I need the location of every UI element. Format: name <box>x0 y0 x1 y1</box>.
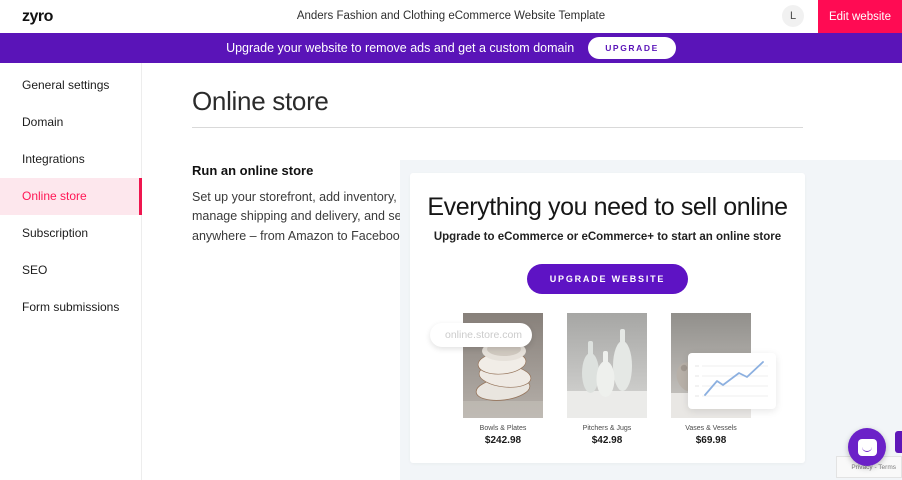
sidebar-item-general-settings[interactable]: General settings <box>0 67 142 104</box>
product-price: $42.98 <box>558 435 656 446</box>
section-description: Set up your storefront, add inventory, m… <box>192 188 414 246</box>
sidebar-item-seo[interactable]: SEO <box>0 252 142 289</box>
product-photo-pitchers <box>567 313 647 418</box>
upgrade-banner: Upgrade your website to remove ads and g… <box>0 33 902 63</box>
edit-website-button[interactable]: Edit website <box>818 0 902 33</box>
product-name: Vases & Vessels <box>662 425 760 432</box>
banner-upgrade-button[interactable]: UPGRADE <box>588 37 676 59</box>
sidebar-item-domain[interactable]: Domain <box>0 104 142 141</box>
product-card: Pitchers & Jugs $42.98 <box>558 313 656 446</box>
sidebar-item-integrations[interactable]: Integrations <box>0 141 142 178</box>
zyro-logo[interactable]: zyro <box>22 0 53 33</box>
upgrade-website-button[interactable]: UPGRADE WEBSITE <box>527 264 689 294</box>
title-divider <box>192 127 803 128</box>
top-header: Anders Fashion and Clothing eCommerce We… <box>0 0 902 33</box>
product-name: Pitchers & Jugs <box>558 425 656 432</box>
section-info: Run an online store Set up your storefro… <box>192 163 414 246</box>
hero-panel: Everything you need to sell online Upgra… <box>400 160 902 480</box>
sidebar-item-form-submissions[interactable]: Form submissions <box>0 289 142 326</box>
feedback-side-tab[interactable] <box>895 431 902 453</box>
hero-subtitle: Upgrade to eCommerce or eCommerce+ to st… <box>410 231 805 243</box>
section-title: Run an online store <box>192 163 414 178</box>
main-content: Online store Run an online store Set up … <box>142 63 902 480</box>
page-title: Online store <box>192 86 329 117</box>
sidebar-item-subscription[interactable]: Subscription <box>0 215 142 252</box>
settings-sidebar: General settings Domain Integrations Onl… <box>0 63 142 480</box>
chat-icon <box>858 439 877 456</box>
site-template-title: Anders Fashion and Clothing eCommerce We… <box>0 0 902 33</box>
product-price: $242.98 <box>454 435 552 446</box>
line-chart-icon <box>688 353 776 409</box>
account-avatar[interactable]: L <box>782 5 804 27</box>
sidebar-item-online-store[interactable]: Online store <box>0 178 142 215</box>
upgrade-banner-text: Upgrade your website to remove ads and g… <box>226 41 574 55</box>
sales-chart-card <box>688 353 776 409</box>
hero-title: Everything you need to sell online <box>410 193 805 222</box>
product-price: $69.98 <box>662 435 760 446</box>
storefront-url-pill: online.store.com <box>430 323 532 347</box>
hero-card: Everything you need to sell online Upgra… <box>410 173 805 463</box>
product-name: Bowls & Plates <box>454 425 552 432</box>
storefront-url-text: online.store.com <box>445 329 522 341</box>
app-window: Anders Fashion and Clothing eCommerce We… <box>0 0 902 480</box>
chat-launcher-button[interactable] <box>848 428 886 466</box>
